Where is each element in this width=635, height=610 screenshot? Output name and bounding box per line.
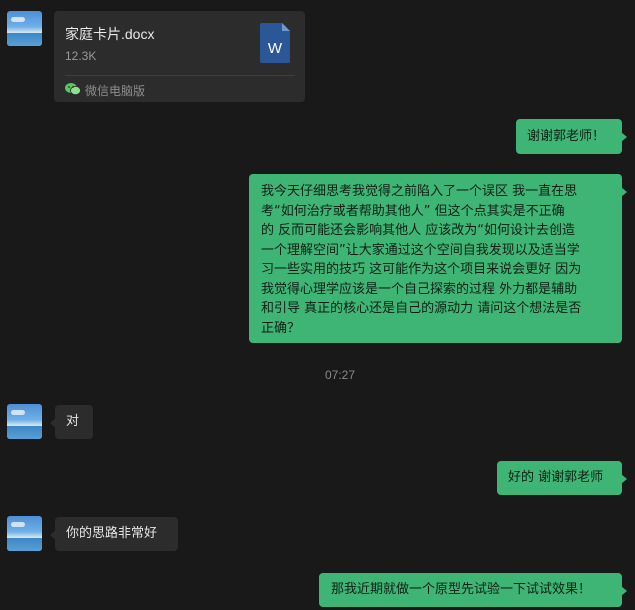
- bubble-tail: [621, 187, 627, 197]
- message-line: 正确？: [261, 320, 301, 336]
- message-line: 和引导 真正的核心还是自己的源动力 请问这个想法是否: [261, 301, 582, 316]
- contact-message-bubble[interactable]: 你的思路非常好: [50, 517, 178, 551]
- message-line: 我今天仔细思考我觉得之前陷入了一个误区 我一直在思: [261, 184, 578, 199]
- message-line: 的 反而可能还会影响其他人 应该改为“如何设计去创造: [261, 223, 575, 238]
- bubble-tail: [50, 418, 56, 428]
- avatar-cloud: [11, 17, 25, 22]
- avatar-cloud: [11, 522, 25, 527]
- bubble-tail: [50, 530, 56, 540]
- contact-message-bubble[interactable]: 对: [50, 405, 93, 439]
- file-card-divider: [65, 75, 295, 76]
- word-icon-letter: W: [268, 40, 283, 57]
- my-message-bubble[interactable]: 好的 谢谢郭老师: [497, 461, 627, 495]
- contact-avatar[interactable]: [7, 11, 42, 46]
- bubble-tail: [621, 132, 627, 142]
- message-line: 习一些实用的技巧 这可能作为这个项目来说会更好 因为: [261, 262, 582, 277]
- message-line: 考“如何治疗或者帮助其他人” 但这个点其实是不正确: [261, 203, 565, 219]
- message-line: 我觉得心理学应该是一个自己探索的过程 外力都是辅助: [261, 281, 578, 297]
- bubble-tail: [621, 474, 627, 484]
- message-text: 对: [66, 414, 80, 429]
- message-text: 谢谢郭老师！: [527, 129, 606, 144]
- avatar-cloud: [11, 410, 25, 415]
- message-text: 那我近期就做一个原型先试验一下试试效果！: [331, 582, 592, 597]
- word-doc-icon: W: [260, 23, 290, 63]
- file-name: 家庭卡片.docx: [65, 26, 155, 42]
- avatar-sea: [7, 538, 42, 551]
- message-text: 好的 谢谢郭老师: [508, 470, 604, 485]
- contact-avatar[interactable]: [7, 516, 42, 551]
- my-message-bubble[interactable]: 我今天仔细思考我觉得之前陷入了一个误区 我一直在思 考“如何治疗或者帮助其他人”…: [249, 174, 627, 343]
- wechat-icon: [65, 83, 81, 96]
- message-timestamp: 07:27: [324, 368, 356, 382]
- my-message-bubble[interactable]: 谢谢郭老师！: [516, 119, 627, 154]
- file-source-label: 微信电脑版: [85, 84, 146, 98]
- file-size: 12.3K: [65, 49, 97, 63]
- avatar-sea: [7, 426, 42, 439]
- contact-avatar[interactable]: [7, 404, 42, 439]
- my-message-bubble[interactable]: 那我近期就做一个原型先试验一下试试效果！: [319, 573, 627, 607]
- message-line: 一个理解空间”让大家通过这个空间自我发现以及适当学: [261, 242, 580, 258]
- message-text: 你的思路非常好: [66, 526, 158, 541]
- bubble-tail: [621, 586, 627, 596]
- file-message-card[interactable]: 家庭卡片.docx 12.3K W 微信电脑版: [54, 11, 305, 102]
- avatar-sea: [7, 33, 42, 46]
